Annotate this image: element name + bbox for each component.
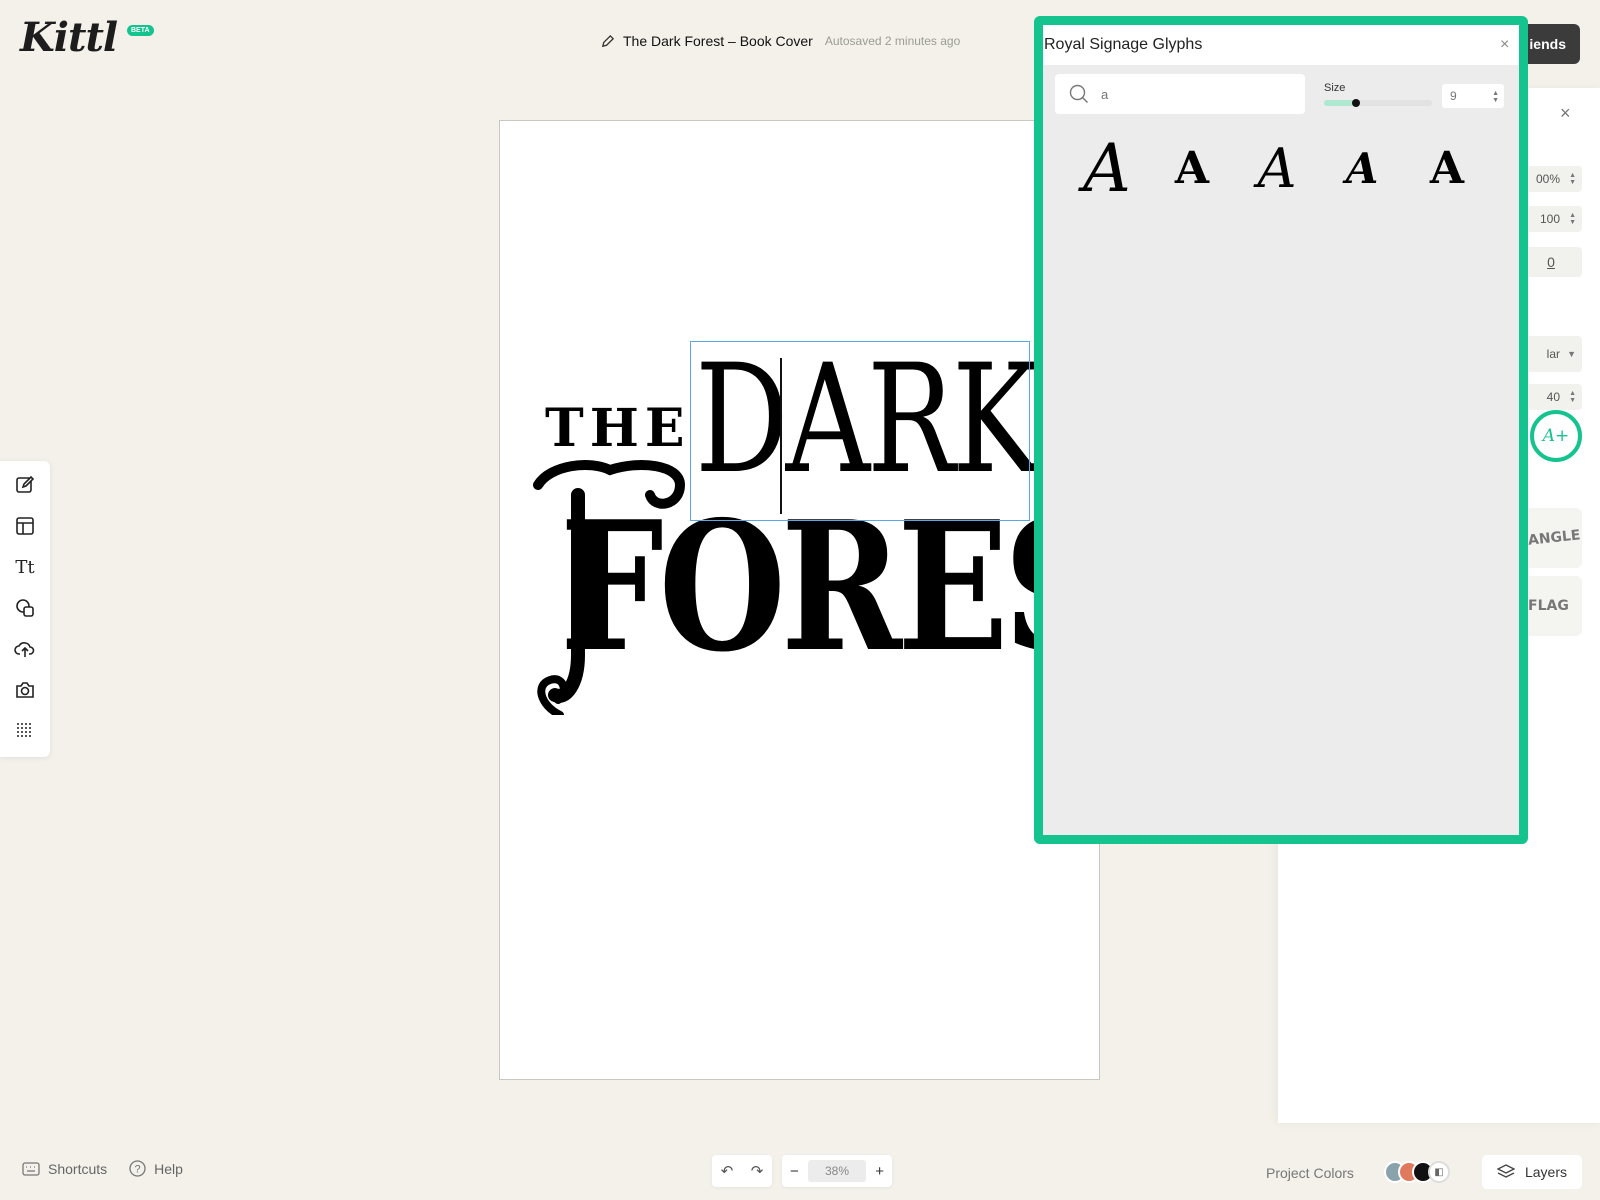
font-weight-select[interactable]: lar ▼ xyxy=(1520,336,1582,372)
glyph-option[interactable]: A xyxy=(1412,143,1482,194)
beta-badge: BETA xyxy=(127,25,154,36)
text-tool-icon[interactable]: Tt xyxy=(13,555,37,579)
document-title[interactable]: The Dark Forest – Book Cover Autosaved 2… xyxy=(600,33,960,49)
shortcuts-label: Shortcuts xyxy=(48,1160,108,1177)
size-field[interactable]: 100 ▲ ▼ xyxy=(1520,206,1582,232)
glyph-option[interactable]: A xyxy=(1072,130,1142,207)
text-style-angle[interactable]: ANGLE xyxy=(1520,508,1582,568)
history-controls: ↶ ↷ xyxy=(712,1155,772,1187)
text-cursor xyxy=(780,358,782,514)
font-weight-value: lar xyxy=(1546,347,1560,361)
underline-value: 0 xyxy=(1547,254,1555,270)
layers-icon xyxy=(1496,1164,1515,1178)
glyphs-button[interactable]: A+ xyxy=(1530,410,1582,462)
glyphs-popup-title: Royal Signage Glyphs xyxy=(1044,36,1203,53)
search-icon xyxy=(1069,84,1088,103)
layers-label: Layers xyxy=(1524,1164,1568,1180)
layers-button[interactable]: Layers xyxy=(1482,1155,1582,1189)
flag-style-label: FLAG xyxy=(1528,598,1569,614)
angle-style-label: ANGLE xyxy=(1527,527,1582,549)
zoom-level[interactable]: 38% xyxy=(808,1160,866,1182)
bottom-left-links: Shortcuts ? Help xyxy=(22,1160,183,1177)
uploads-tool-icon[interactable] xyxy=(13,637,37,661)
edit-tool-icon[interactable] xyxy=(13,473,37,497)
shortcuts-button[interactable]: Shortcuts xyxy=(22,1161,107,1177)
kittl-logo[interactable]: Kittl xyxy=(20,14,118,61)
title-word-the[interactable]: THE xyxy=(545,398,690,459)
help-button[interactable]: ? Help xyxy=(129,1160,183,1177)
size-label: Size xyxy=(1324,82,1346,94)
close-icon[interactable]: × xyxy=(1500,36,1509,54)
zoom-out-icon[interactable]: − xyxy=(790,1163,799,1180)
size-input-value: 9 xyxy=(1450,89,1457,103)
project-colors-label: Project Colors xyxy=(1266,1165,1354,1181)
camera-tool-icon[interactable] xyxy=(13,678,37,702)
zoom-controls: − 38% + xyxy=(782,1155,892,1187)
letter-spacing-value: 40 xyxy=(1546,390,1560,404)
help-icon: ? xyxy=(129,1160,146,1177)
size-value: 100 xyxy=(1539,212,1560,226)
templates-tool-icon[interactable] xyxy=(13,514,37,538)
zoom-in-icon[interactable]: + xyxy=(875,1163,884,1180)
text-style-flag[interactable]: FLAG xyxy=(1520,576,1582,636)
pencil-icon xyxy=(601,34,615,47)
close-icon[interactable]: × xyxy=(1560,103,1571,124)
size-input[interactable]: 9 ▲ ▼ xyxy=(1442,84,1504,108)
glyph-search-input[interactable] xyxy=(1101,86,1281,102)
keyboard-icon xyxy=(22,1161,40,1176)
glyph-option[interactable]: A xyxy=(1327,144,1397,193)
glyph-grid: A A A A A xyxy=(1062,128,1492,208)
left-toolbar: Tt xyxy=(0,461,50,757)
size-stepper-icon[interactable]: ▲ ▼ xyxy=(1492,90,1499,104)
letter-spacing-field[interactable]: 40 ▲ ▼ xyxy=(1520,384,1582,410)
selection-box[interactable] xyxy=(690,341,1030,521)
elements-tool-icon[interactable] xyxy=(13,596,37,620)
help-label: Help xyxy=(154,1160,183,1177)
opacity-value: 00% xyxy=(1535,172,1560,186)
undo-icon[interactable]: ↶ xyxy=(721,1162,734,1180)
redo-icon[interactable]: ↷ xyxy=(751,1162,764,1180)
glyph-search[interactable] xyxy=(1055,74,1305,114)
underline-toggle[interactable]: 0 xyxy=(1520,247,1582,277)
svg-text:?: ? xyxy=(135,1164,141,1176)
glyphs-popup-header: Royal Signage Glyphs xyxy=(1043,25,1519,65)
autosave-status: Autosaved 2 minutes ago xyxy=(824,34,961,48)
document-name[interactable]: The Dark Forest – Book Cover xyxy=(623,33,813,49)
opacity-field[interactable]: 00% ▲ ▼ xyxy=(1520,166,1582,192)
project-color-swatches[interactable]: ◧ xyxy=(1384,1158,1460,1186)
glyph-option[interactable]: A xyxy=(1157,143,1227,194)
palette-icon[interactable]: ◧ xyxy=(1428,1161,1450,1183)
pattern-tool-icon[interactable] xyxy=(13,719,37,743)
glyph-option[interactable]: A xyxy=(1242,137,1312,200)
